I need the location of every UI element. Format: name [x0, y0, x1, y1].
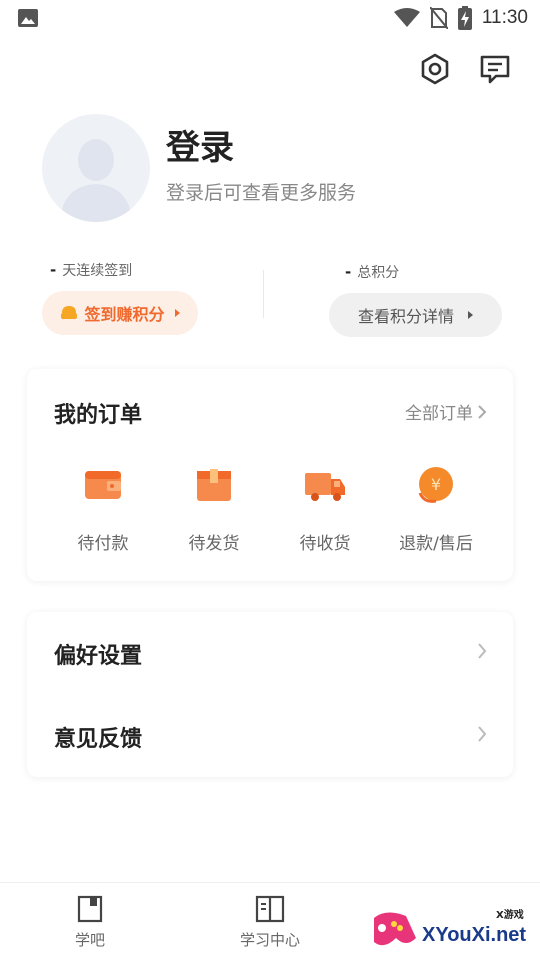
order-refund[interactable]: ¥ 退款/售后 — [386, 463, 486, 554]
svg-text:¥: ¥ — [431, 475, 441, 494]
package-icon — [197, 469, 231, 501]
checkin-streak: - 天连续签到 — [50, 260, 132, 280]
order-label: 待付款 — [77, 534, 129, 554]
points-detail-button[interactable]: 查看积分详情 — [329, 293, 502, 337]
no-sim-icon — [429, 7, 448, 29]
divider — [263, 270, 264, 318]
nav-label: 学习中心 — [239, 931, 300, 949]
login-title[interactable]: 登录 — [166, 120, 234, 169]
nav-learning-center[interactable]: 学习中心 — [200, 895, 340, 950]
watermark-small: X游戏 — [496, 910, 524, 921]
book-icon — [77, 895, 103, 923]
status-bar: 11:30 — [0, 0, 540, 36]
preferences-label: 偏好设置 — [54, 644, 143, 669]
checkin-button[interactable]: 签到赚积分 — [42, 291, 198, 335]
points-detail-label: 查看积分详情 — [357, 307, 454, 326]
order-pending-receipt[interactable]: 待收货 — [275, 463, 375, 554]
open-book-icon — [255, 895, 285, 923]
message-icon[interactable] — [478, 52, 512, 86]
caret-right-icon — [174, 309, 180, 317]
checkin-button-label: 签到赚积分 — [84, 305, 165, 324]
caret-right-icon — [468, 311, 473, 319]
nav-xueba[interactable]: 学吧 — [20, 895, 160, 950]
watermark: X游戏 XYouXi.net — [366, 896, 540, 960]
order-label: 退款/售后 — [399, 534, 473, 554]
order-label: 待收货 — [299, 534, 351, 554]
feedback-label: 意见反馈 — [54, 727, 143, 752]
streak-label: 天连续签到 — [62, 263, 133, 279]
order-pending-payment[interactable]: 待付款 — [53, 463, 153, 554]
wallet-icon — [85, 471, 121, 499]
order-pending-shipment[interactable]: 待发货 — [164, 463, 264, 554]
all-orders-label: 全部订单 — [405, 404, 473, 424]
orders-card: 我的订单 全部订单 待付款 待发货 待收货 ¥ 退款/售后 — [27, 369, 513, 581]
total-points: - 总积分 — [345, 262, 399, 282]
default-user-icon — [60, 139, 132, 222]
orders-title: 我的订单 — [54, 403, 143, 428]
nav-label: 学吧 — [74, 931, 105, 949]
settings-card: 偏好设置 意见反馈 — [27, 612, 513, 777]
coin-icon — [61, 306, 78, 319]
points-label: 总积分 — [357, 265, 400, 281]
gamepad-logo-icon — [374, 912, 416, 946]
wifi-icon — [393, 8, 420, 27]
points-value: - — [345, 263, 352, 281]
clock: 11:30 — [481, 7, 528, 28]
all-orders-link[interactable]: 全部订单 — [405, 399, 487, 424]
preferences-row[interactable]: 偏好设置 — [27, 612, 513, 694]
watermark-text: XYouXi.net — [422, 924, 527, 946]
truck-icon — [305, 473, 345, 501]
order-label: 待发货 — [188, 534, 240, 554]
login-subtitle: 登录后可查看更多服务 — [166, 182, 357, 204]
avatar[interactable] — [42, 114, 150, 222]
settings-hexagon-icon[interactable] — [418, 52, 452, 86]
chevron-right-icon — [478, 404, 487, 419]
feedback-row[interactable]: 意见反馈 — [27, 695, 513, 777]
streak-value: - — [50, 261, 57, 279]
refund-coin-icon: ¥ — [418, 467, 453, 503]
chevron-right-icon — [478, 643, 487, 659]
battery-charging-icon — [457, 6, 472, 30]
image-notification-icon — [18, 9, 38, 27]
chevron-right-icon — [478, 726, 487, 742]
